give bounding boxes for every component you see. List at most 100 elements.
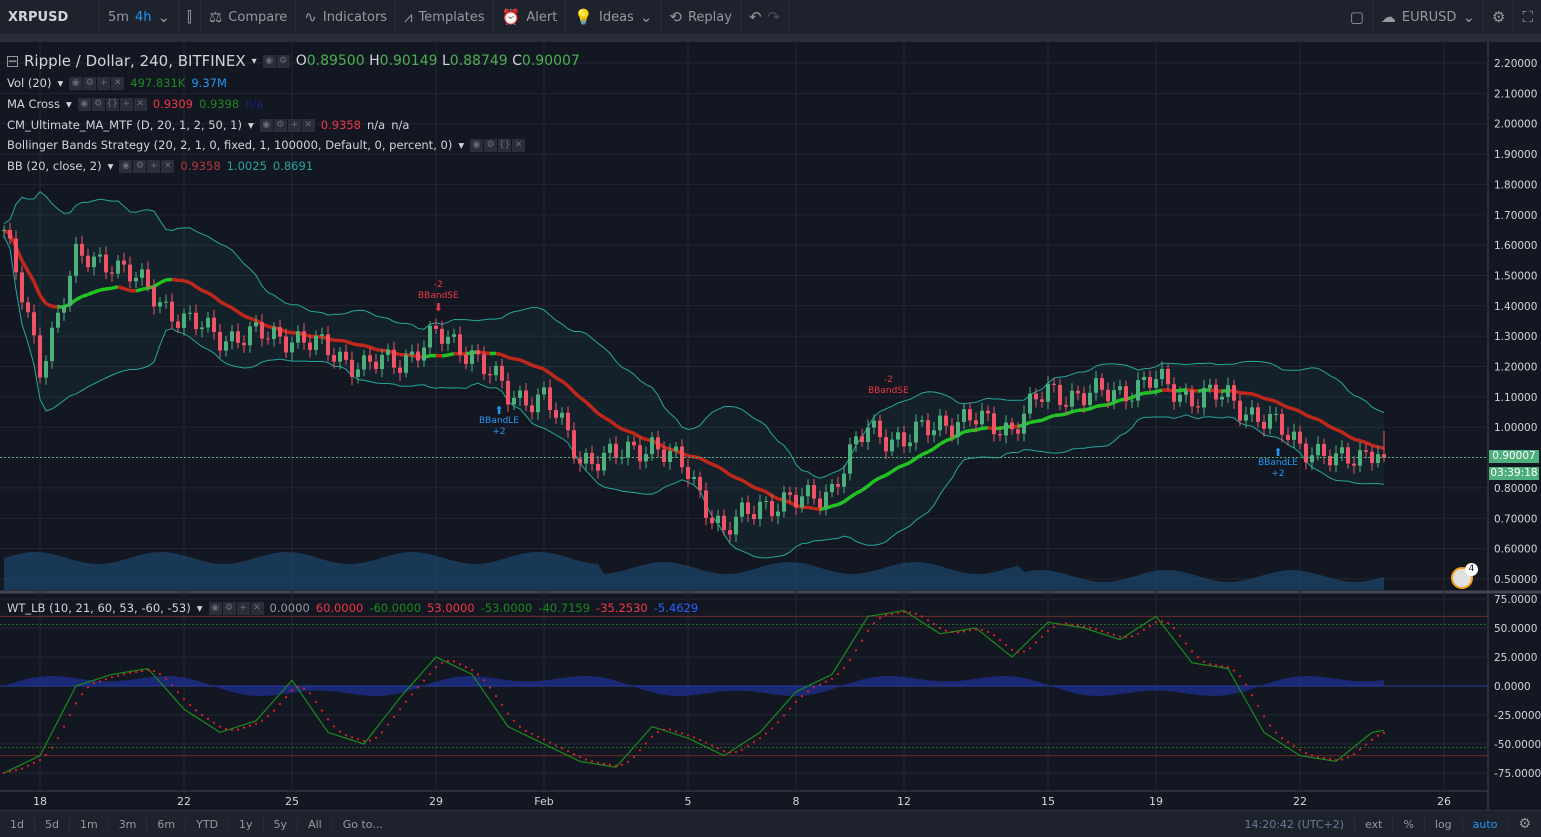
indicator-name[interactable]: Vol (20)	[7, 76, 51, 90]
interval-5m[interactable]: 5m	[108, 10, 129, 25]
date-tick-label: 15	[1041, 795, 1055, 808]
interval-4h[interactable]: 4h	[135, 10, 152, 25]
gear-icon[interactable]: ⚙	[83, 76, 97, 90]
ext-toggle[interactable]: ext	[1355, 817, 1394, 831]
wt2-dot	[98, 680, 102, 683]
wt2-dot	[1286, 740, 1290, 744]
close-icon[interactable]: ✕	[250, 601, 264, 615]
strategy-marker-long[interactable]: ⬆ BBandLE +2	[1258, 447, 1298, 480]
plus-icon[interactable]: +	[119, 97, 133, 111]
price-tick-label: 1.30000	[1494, 331, 1537, 343]
close-icon[interactable]: ✕	[133, 97, 147, 111]
wt2-dot	[806, 690, 810, 693]
chevron-down-icon[interactable]: ▾	[66, 97, 72, 111]
templates-label: Templates	[418, 9, 485, 25]
log-toggle[interactable]: log	[1425, 817, 1463, 831]
plus-icon[interactable]: +	[97, 76, 111, 90]
indicator-name[interactable]: WT_LB (10, 21, 60, 53, -60, -53)	[7, 601, 191, 615]
replay-label: Replay	[687, 9, 732, 25]
candle-body	[1040, 399, 1044, 402]
range-ytd[interactable]: YTD	[186, 817, 230, 831]
range-1y[interactable]: 1y	[229, 817, 264, 831]
auto-toggle[interactable]: auto	[1463, 817, 1509, 831]
symbol-search[interactable]: XRPUSD	[0, 0, 100, 35]
chart-type-button[interactable]: ⫿	[179, 0, 201, 35]
chevron-down-icon[interactable]: ▾	[108, 159, 114, 173]
source-code-icon[interactable]: {}	[105, 97, 119, 111]
layout-button[interactable]: ▢	[1342, 0, 1373, 35]
strategy-marker-long[interactable]: ⬆ BBandLE +2	[479, 405, 519, 438]
range-all[interactable]: All	[298, 817, 333, 831]
indicators-button[interactable]: ∿ Indicators	[296, 0, 397, 35]
plus-icon[interactable]: +	[147, 159, 161, 173]
chevron-down-icon[interactable]: ▾	[252, 56, 257, 67]
settings-button[interactable]: ⚙	[1484, 0, 1515, 35]
range-5d[interactable]: 5d	[35, 817, 70, 831]
fullscreen-button[interactable]: ⛶	[1514, 0, 1541, 35]
eye-icon[interactable]: ◉	[262, 54, 276, 68]
gear-icon[interactable]: ⚙	[133, 159, 147, 173]
chevron-down-icon[interactable]: ▾	[57, 76, 63, 90]
wt2-dot	[1298, 748, 1302, 751]
close-icon[interactable]: ✕	[301, 118, 315, 132]
eye-icon[interactable]: ◉	[259, 118, 273, 132]
open-label: O	[295, 53, 307, 69]
chart-canvas[interactable]: 2.20000 2.10000 2.00000 1.90000 1.80000 1.700…	[0, 42, 1541, 810]
indicator-name[interactable]: CM_Ultimate_MA_MTF (D, 20, 1, 2, 50, 1)	[7, 118, 242, 132]
compare-symbol-button[interactable]: ☁ EURUSD ⌄	[1373, 0, 1485, 35]
chevron-down-icon[interactable]: ⌄	[157, 8, 170, 26]
chevron-down-icon[interactable]: ▾	[248, 118, 254, 132]
strategy-marker-short[interactable]: -2 BBandSE	[868, 375, 909, 397]
compare-button[interactable]: ⚖ Compare	[201, 0, 297, 35]
range-1m[interactable]: 1m	[70, 817, 109, 831]
wt2-dot	[440, 661, 444, 664]
goto-button[interactable]: Go to...	[333, 818, 393, 831]
eye-icon[interactable]: ◉	[119, 159, 133, 173]
redo-icon[interactable]: ↷	[768, 8, 781, 26]
wt2-dot	[1106, 631, 1110, 634]
series-title[interactable]: Ripple / Dollar, 240, BITFINEX	[24, 52, 246, 70]
replay-icon: ⟲	[669, 8, 682, 26]
eye-icon[interactable]: ◉	[208, 601, 222, 615]
plus-icon[interactable]: +	[236, 601, 250, 615]
wt2-dot	[1124, 636, 1128, 639]
gear-icon[interactable]: ⚙	[276, 54, 290, 68]
close-icon[interactable]: ✕	[111, 76, 125, 90]
indicator-name[interactable]: BB (20, close, 2)	[7, 159, 102, 173]
gear-icon[interactable]: ⚙	[91, 97, 105, 111]
ma-segment	[1083, 407, 1091, 412]
range-1d[interactable]: 1d	[0, 817, 35, 831]
undo-icon[interactable]: ↶	[749, 8, 762, 26]
alert-button[interactable]: ⏰ Alert	[494, 0, 567, 35]
candle-body	[1160, 368, 1164, 380]
ideas-button[interactable]: 💡 Ideas ⌄	[566, 0, 662, 35]
range-3m[interactable]: 3m	[109, 817, 148, 831]
indicator-value: 0.8691	[272, 159, 314, 173]
range-6m[interactable]: 6m	[147, 817, 187, 831]
source-code-icon[interactable]: {}	[498, 138, 512, 152]
clock[interactable]: 14:20:42 (UTC+2)	[1235, 817, 1356, 831]
gear-icon[interactable]: ⚙	[1508, 816, 1541, 832]
indicator-name[interactable]: MA Cross	[7, 97, 60, 111]
percent-toggle[interactable]: %	[1393, 817, 1425, 831]
replay-button[interactable]: ⟲ Replay	[661, 0, 741, 35]
wt2-dot	[878, 616, 882, 620]
eye-icon[interactable]: ◉	[470, 138, 484, 152]
close-icon[interactable]: ✕	[512, 138, 526, 152]
chevron-down-icon[interactable]: ▾	[197, 601, 203, 615]
gear-icon[interactable]: ⚙	[222, 601, 236, 615]
wt2-dot	[140, 669, 144, 673]
gear-icon[interactable]: ⚙	[484, 138, 498, 152]
indicator-name[interactable]: Bollinger Bands Strategy (20, 2, 1, 0, f…	[7, 138, 452, 152]
gear-icon[interactable]: ⚙	[273, 118, 287, 132]
chevron-down-icon[interactable]: ▾	[458, 138, 464, 152]
templates-button[interactable]: ⩘ Templates	[396, 0, 494, 35]
range-5y[interactable]: 5y	[264, 817, 299, 831]
plus-icon[interactable]: +	[287, 118, 301, 132]
eye-icon[interactable]: ◉	[69, 76, 83, 90]
collapse-icon[interactable]: −	[7, 54, 18, 68]
strategy-marker-short[interactable]: -2 BBandSE ⬇	[418, 280, 459, 313]
close-icon[interactable]: ✕	[161, 159, 175, 173]
candle-body	[128, 264, 132, 282]
eye-icon[interactable]: ◉	[77, 97, 91, 111]
